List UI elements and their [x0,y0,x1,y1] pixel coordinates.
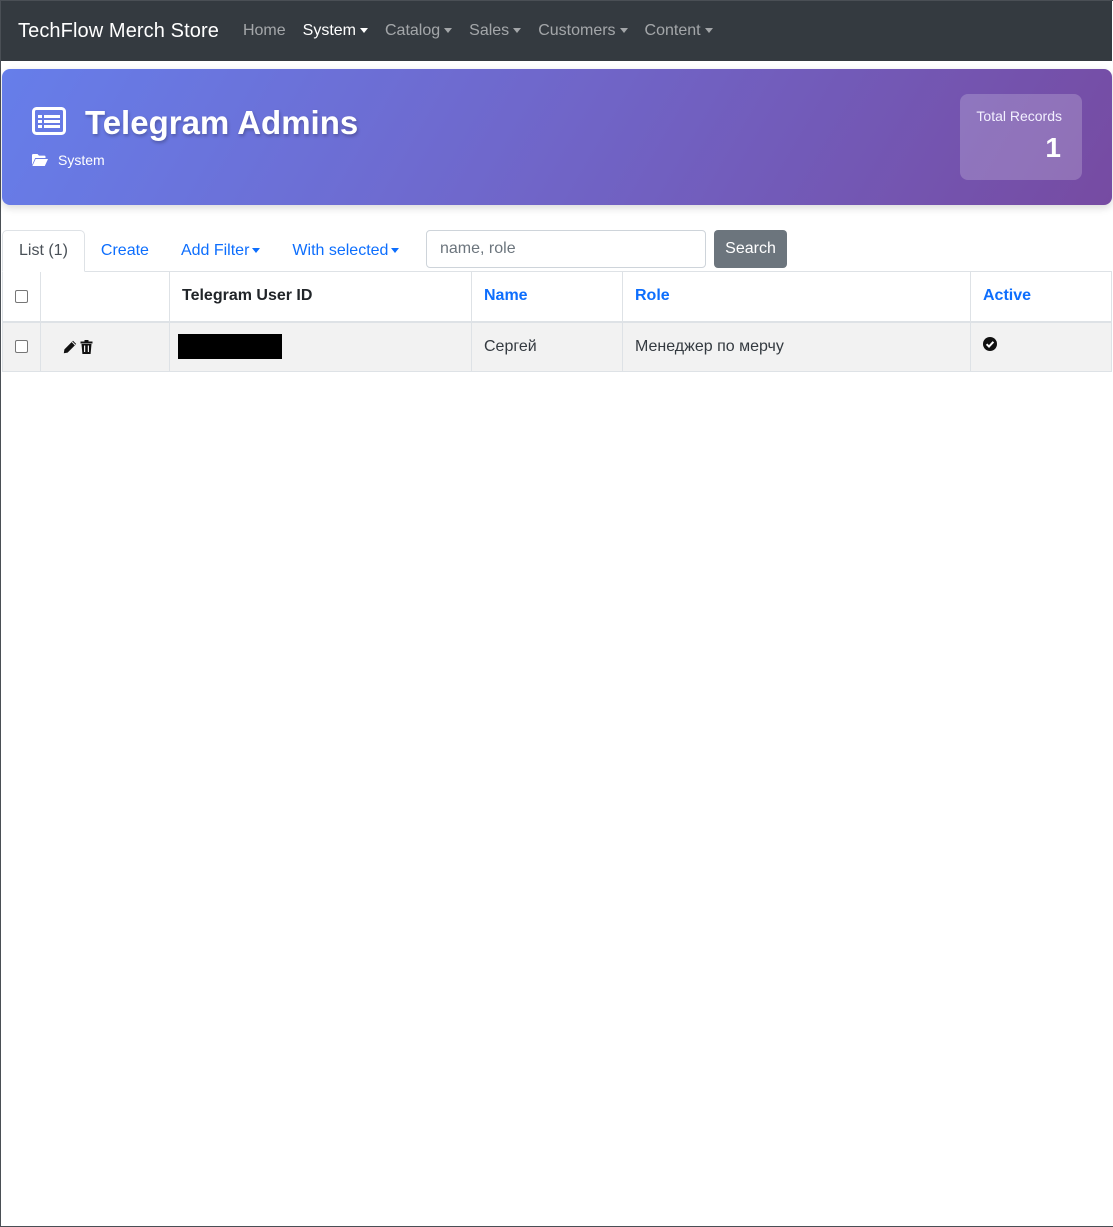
nav-catalog-dropdown[interactable]: Catalog [385,22,453,40]
caret-down-icon [252,247,261,253]
nav-system-dropdown[interactable]: System [303,22,368,40]
nav-sales-dropdown[interactable]: Sales [469,22,522,40]
column-header-role[interactable]: Role [622,271,971,323]
cell-role: Менеджер по мерчу [622,321,971,372]
tab-with-selected[interactable]: With selected [276,230,415,272]
tab-create[interactable]: Create [85,230,165,272]
total-records-card: Total Records 1 [960,94,1082,180]
total-records-value: 1 [1045,132,1061,163]
nav-customers-dropdown[interactable]: Customers [538,22,628,40]
caret-down-icon [619,27,628,33]
breadcrumb-label[interactable]: System [58,152,105,168]
caret-down-icon [391,247,400,253]
nav-sales-label: Sales [469,22,510,39]
search-button[interactable]: Search [714,230,787,268]
breadcrumb: System [32,152,105,168]
folder-open-icon [32,154,48,166]
actions-header [40,271,170,323]
nav-content-label: Content [644,22,701,39]
check-circle-icon [983,337,997,352]
nav-content-dropdown[interactable]: Content [645,22,713,40]
tab-list-label: List (1) [19,242,68,259]
tab-create-label: Create [100,242,149,259]
top-navbar: TechFlow Merch Store Home System Catalog… [1,1,1112,61]
tab-with-selected-label: With selected [292,242,389,259]
select-all-cell [2,271,41,323]
total-records-label: Total Records [976,108,1062,124]
column-header-name[interactable]: Name [471,271,623,323]
tab-add-filter[interactable]: Add Filter [165,230,276,272]
nav-customers-label: Customers [538,22,616,39]
row-actions-cell [40,321,170,372]
pencil-icon[interactable] [63,340,77,354]
table-header-row: Telegram User ID Name Role Active [2,271,1112,323]
row-checkbox[interactable] [15,340,28,354]
brand-link[interactable]: TechFlow Merch Store [18,20,219,43]
nav-system-label: System [302,22,356,39]
caret-down-icon [444,27,453,33]
select-all-checkbox[interactable] [15,289,28,303]
caret-down-icon [704,27,713,33]
cell-name: Сергей [471,321,623,372]
tab-add-filter-label: Add Filter [180,242,250,259]
records-table: Telegram User ID Name Role Active Сергей… [2,271,1112,372]
page-header-banner: Telegram Admins System Total Records 1 [2,69,1112,205]
column-header-telegram-user-id: Telegram User ID [169,271,472,323]
cell-active [970,321,1112,372]
page-title: Telegram Admins [85,104,359,141]
tab-list[interactable]: List (1) [2,230,85,272]
search-input[interactable] [426,230,706,268]
cell-telegram-user-id [169,321,472,372]
list-tabs: List (1) Create Add Filter With selected [2,230,415,272]
nav-catalog-label: Catalog [385,22,441,39]
row-select-cell [2,321,41,372]
caret-down-icon [360,27,368,33]
column-header-active[interactable]: Active [970,271,1112,323]
redacted-block [178,334,282,360]
list-alt-icon [32,107,66,135]
nav-home[interactable]: Home [243,22,286,40]
caret-down-icon [513,27,522,33]
nav-home-label: Home [242,22,286,39]
table-row: Сергей Менеджер по мерчу [2,321,1112,372]
trash-icon[interactable] [80,339,93,354]
